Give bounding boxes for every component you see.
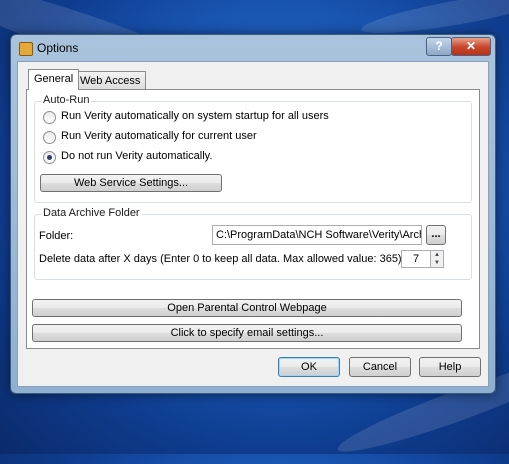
window-title: Options xyxy=(37,41,79,55)
email-settings-button[interactable]: Click to specify email settings... xyxy=(32,324,462,342)
help-button[interactable]: Help xyxy=(419,357,481,377)
cancel-button[interactable]: Cancel xyxy=(349,357,411,377)
radio-button[interactable] xyxy=(43,111,56,124)
folder-label: Folder: xyxy=(39,230,74,242)
close-icon: ✕ xyxy=(465,39,477,53)
auto-run-group-label: Auto-Run xyxy=(41,94,92,106)
open-parental-control-button[interactable]: Open Parental Control Webpage xyxy=(32,299,462,317)
app-icon xyxy=(19,42,33,56)
options-dialog: Options ? ✕ General Web Access Auto-Run … xyxy=(10,34,496,394)
delete-days-spinner[interactable]: ▲ ▼ xyxy=(431,250,444,268)
radio-button-checked[interactable] xyxy=(43,151,56,164)
radio-button[interactable] xyxy=(43,131,56,144)
dialog-client-area: General Web Access Auto-Run Run Verity a… xyxy=(17,61,489,387)
data-archive-group: Data Archive Folder Folder: C:\ProgramDa… xyxy=(34,207,472,280)
title-close-button[interactable]: ✕ xyxy=(451,37,491,56)
general-tab-panel: Auto-Run Run Verity automatically on sys… xyxy=(26,89,480,349)
radio-do-not-run-label: Do not run Verity automatically. xyxy=(61,150,213,162)
spinner-up-icon[interactable]: ▲ xyxy=(431,251,443,259)
ok-button[interactable]: OK xyxy=(278,357,340,377)
spinner-down-icon[interactable]: ▼ xyxy=(431,259,443,267)
data-archive-group-label: Data Archive Folder xyxy=(41,207,142,219)
delete-days-label: Delete data after X days (Enter 0 to kee… xyxy=(39,253,405,265)
browse-folder-button[interactable]: ... xyxy=(426,225,446,245)
title-help-button[interactable]: ? xyxy=(426,37,452,56)
radio-current-user-label: Run Verity automatically for current use… xyxy=(61,130,257,142)
tab-web-access[interactable]: Web Access xyxy=(74,71,147,90)
delete-days-input[interactable]: 7 xyxy=(401,250,431,268)
folder-path-input[interactable]: C:\ProgramData\NCH Software\Verity\Archi… xyxy=(212,225,422,245)
title-bar[interactable]: Options ? ✕ xyxy=(11,35,495,61)
web-service-settings-button[interactable]: Web Service Settings... xyxy=(40,174,222,192)
radio-startup-all-users-label: Run Verity automatically on system start… xyxy=(61,110,329,122)
tab-general[interactable]: General xyxy=(28,69,80,90)
auto-run-group: Auto-Run Run Verity automatically on sys… xyxy=(34,94,472,203)
